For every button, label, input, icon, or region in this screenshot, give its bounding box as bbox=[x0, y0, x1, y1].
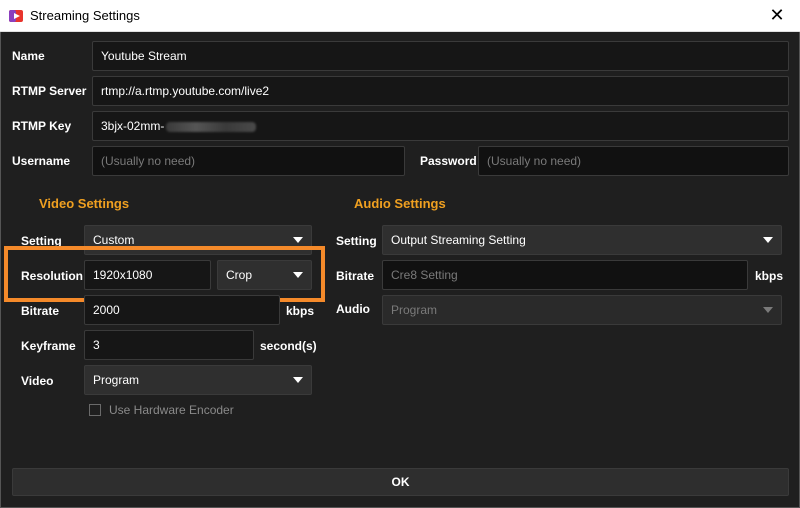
audio-setting-value: Output Streaming Setting bbox=[391, 233, 526, 247]
hardware-encoder-checkbox[interactable] bbox=[89, 404, 101, 416]
video-source-value: Program bbox=[93, 373, 140, 387]
hardware-encoder-label: Use Hardware Encoder bbox=[109, 403, 234, 417]
dialog-content: Name Youtube Stream RTMP Server rtmp://a… bbox=[0, 32, 800, 508]
redacted-key bbox=[166, 121, 257, 132]
chevron-down-icon bbox=[763, 307, 773, 313]
rtmp-key-label: RTMP Key bbox=[12, 119, 72, 133]
video-bitrate-unit: kbps bbox=[286, 304, 315, 318]
keyframe-unit: second(s) bbox=[260, 339, 317, 353]
audio-settings-title: Audio Settings bbox=[354, 196, 446, 211]
audio-bitrate-unit: kbps bbox=[755, 269, 784, 283]
username-input[interactable]: (Usually no need) bbox=[92, 146, 405, 176]
password-label: Password bbox=[420, 154, 477, 168]
rtmp-key-visible-text: 3bjx-02mm- bbox=[101, 119, 165, 133]
chevron-down-icon bbox=[293, 377, 303, 383]
video-setting-value: Custom bbox=[93, 233, 135, 247]
keyframe-input[interactable]: 3 bbox=[84, 330, 254, 360]
rtmp-server-input[interactable]: rtmp://a.rtmp.youtube.com/live2 bbox=[92, 76, 789, 106]
close-button[interactable]: ✕ bbox=[754, 0, 800, 32]
password-input[interactable]: (Usually no need) bbox=[478, 146, 789, 176]
audio-setting-label: Setting bbox=[336, 234, 377, 248]
audio-source-label: Audio bbox=[336, 302, 370, 316]
video-bitrate-input[interactable]: 2000 bbox=[84, 295, 280, 325]
window-title: Streaming Settings bbox=[30, 8, 140, 23]
chevron-down-icon bbox=[293, 237, 303, 243]
keyframe-label: Keyframe bbox=[21, 339, 76, 353]
rtmp-key-input[interactable]: 3bjx-02mm- bbox=[92, 111, 789, 141]
video-source-label: Video bbox=[21, 374, 54, 388]
video-bitrate-label: Bitrate bbox=[21, 304, 60, 318]
audio-source-value: Program bbox=[391, 303, 438, 317]
audio-setting-select[interactable]: Output Streaming Setting bbox=[382, 225, 782, 255]
rtmp-server-label: RTMP Server bbox=[12, 84, 87, 98]
username-label: Username bbox=[12, 154, 71, 168]
close-icon: ✕ bbox=[769, 5, 785, 25]
audio-source-select[interactable]: Program bbox=[382, 295, 782, 325]
name-input[interactable]: Youtube Stream bbox=[92, 41, 789, 71]
audio-bitrate-input[interactable]: Cre8 Setting bbox=[382, 260, 748, 290]
video-settings-title: Video Settings bbox=[39, 196, 130, 211]
highlight-box bbox=[4, 246, 325, 302]
chevron-down-icon bbox=[763, 237, 773, 243]
title-bar: Streaming Settings ✕ bbox=[0, 0, 800, 32]
name-label: Name bbox=[12, 49, 45, 63]
video-source-select[interactable]: Program bbox=[84, 365, 312, 395]
audio-bitrate-label: Bitrate bbox=[336, 269, 375, 283]
ok-button[interactable]: OK bbox=[12, 468, 789, 496]
app-logo-icon bbox=[9, 10, 23, 22]
